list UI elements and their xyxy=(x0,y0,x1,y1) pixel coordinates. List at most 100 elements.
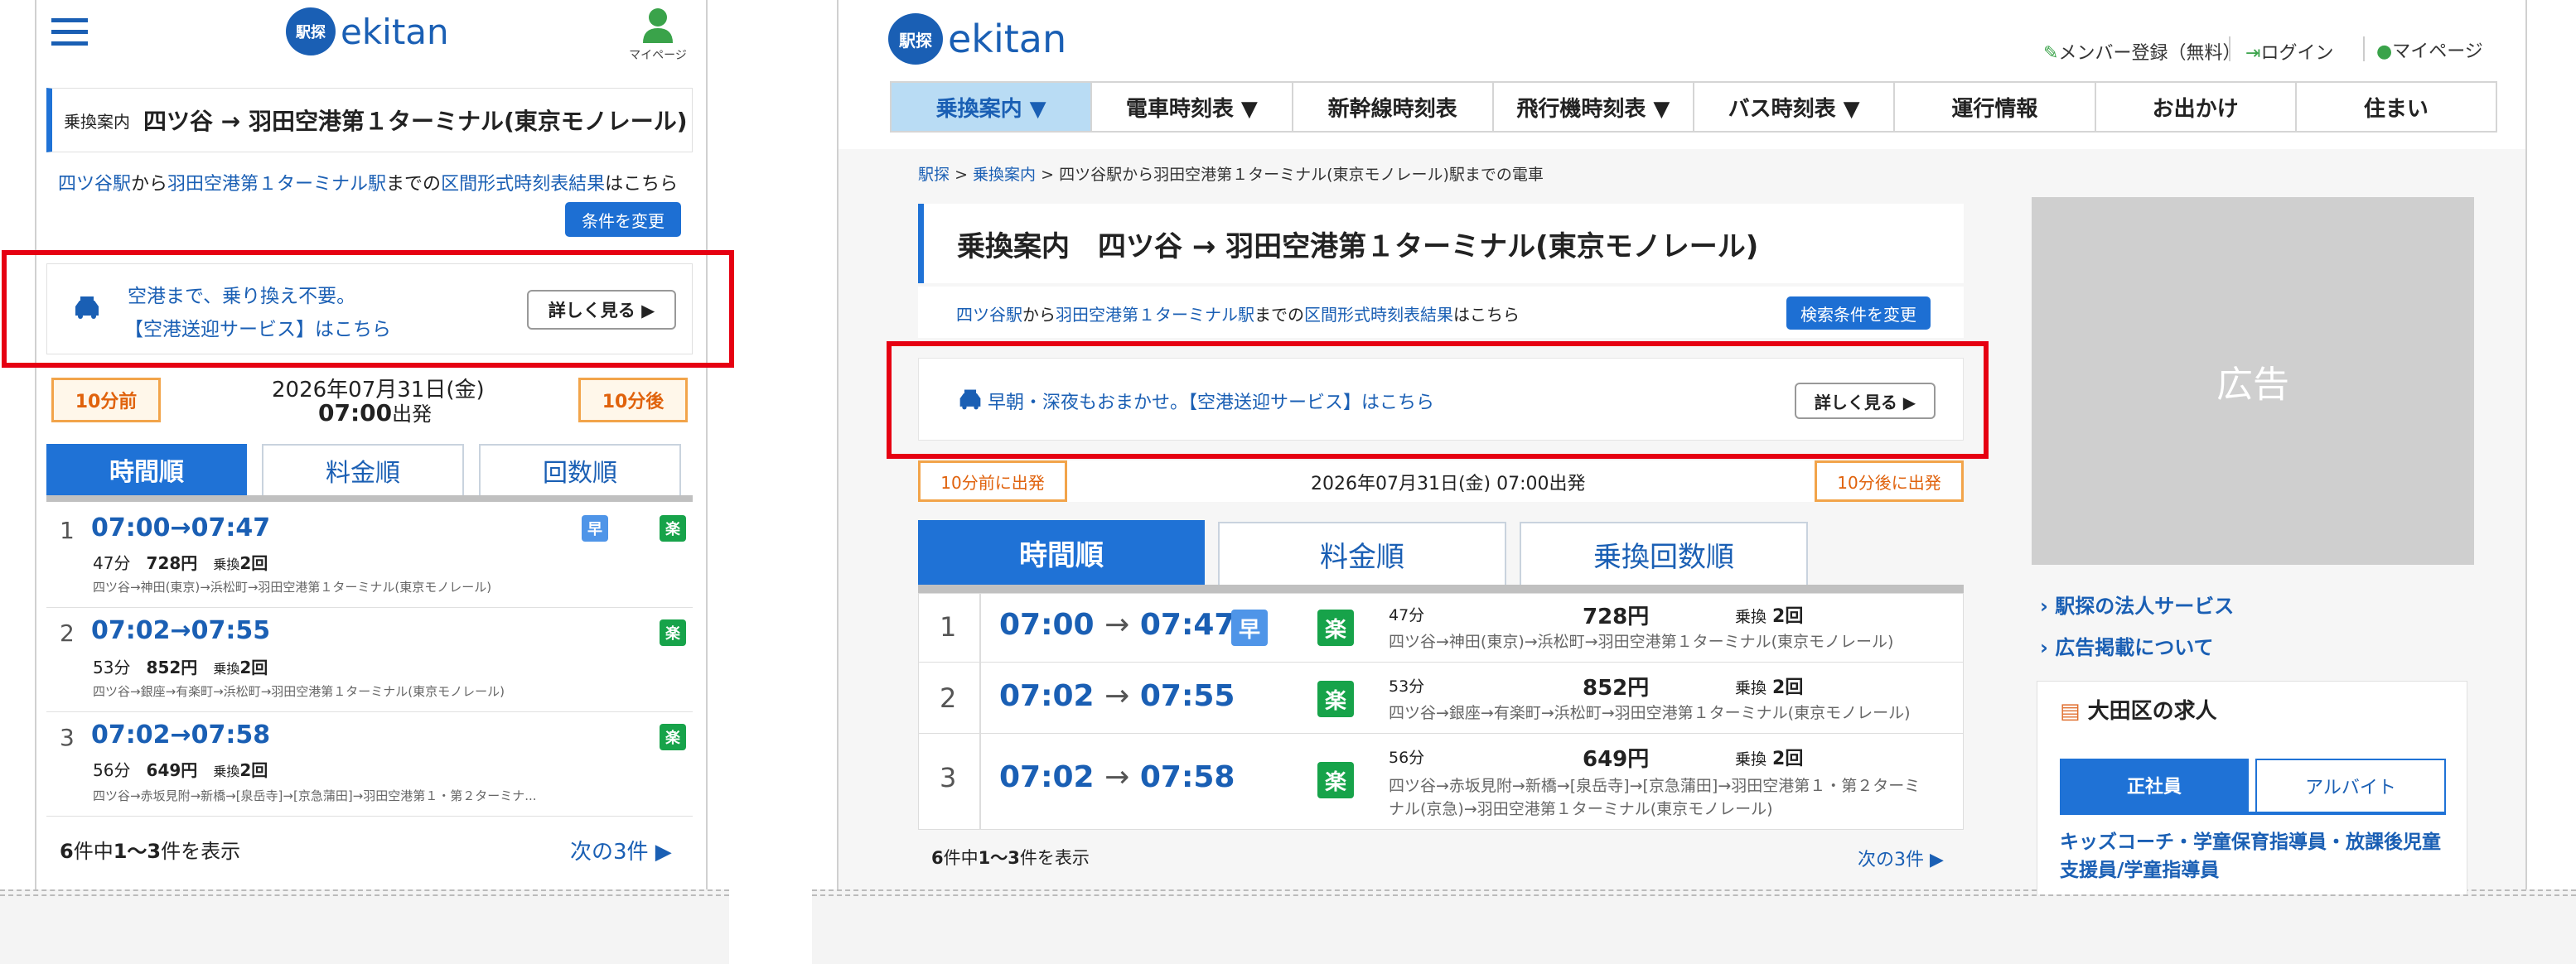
result-times: 07:00 → 07:47 xyxy=(999,608,1235,642)
desktop-torn-edge xyxy=(812,894,2576,964)
brand-name: ekitan xyxy=(948,17,1067,61)
nav-housing[interactable]: 住まい xyxy=(2297,83,2496,131)
breadcrumb: 駅探 > 乗換案内 > 四ツ谷駅から羽田空港第１ターミナル(東京モノレール)駅ま… xyxy=(918,166,1544,184)
tab-underline xyxy=(46,495,693,502)
chevron-right-icon: › xyxy=(2040,595,2048,618)
nav-shinkansen[interactable]: 新幹線時刻表 xyxy=(1293,83,1494,131)
result-route: 四ツ谷→神田(東京)→浜松町→羽田空港第１ターミナル(東京モノレール) xyxy=(93,580,492,595)
results-summary: 6件中1～3件を表示 xyxy=(60,840,241,863)
user-icon: ● xyxy=(2376,41,2393,62)
divider xyxy=(2363,36,2365,61)
brand-name: ekitan xyxy=(341,11,449,52)
section-timetable-link[interactable]: 四ツ谷駅から羽田空港第１ターミナル駅までの区間形式時刻表結果はこちら xyxy=(956,301,1520,325)
route-title-box: 乗換案内 四ツ谷 → 羽田空港第１ターミナル(東京モノレール) xyxy=(46,88,693,152)
train-logo-icon: 駅探 xyxy=(286,7,336,55)
breadcrumb-home[interactable]: 駅探 xyxy=(918,166,950,184)
result-transfers: 乗換 2回 xyxy=(1735,749,1804,769)
result-details: 53分 852円 乗換2回 xyxy=(93,658,268,677)
result-fare: 649円 xyxy=(1583,747,1650,772)
user-icon xyxy=(643,8,673,43)
results-summary: 6件中1～3件を表示 xyxy=(931,848,1090,868)
nav-outing[interactable]: お出かけ xyxy=(2096,83,2297,131)
page-title: 四ツ谷 → 羽田空港第１ターミナル(東京モノレール) xyxy=(143,108,688,135)
ekitan-logo[interactable]: 駅探 ekitan xyxy=(888,13,1079,65)
easiest-badge: 楽 xyxy=(1317,681,1354,717)
tab-by-time[interactable]: 時間順 xyxy=(918,520,1205,585)
result-fare: 852円 xyxy=(1583,676,1650,701)
advertising-link[interactable]: › 広告掲載について xyxy=(2040,631,2214,660)
earlier-10min-button[interactable]: 10分前 xyxy=(51,378,161,422)
change-conditions-button[interactable]: 条件を変更 xyxy=(565,202,681,237)
result-route: 四ツ谷→赤坂見附→新橋→[泉岳寺]→[京急蒲田]→羽田空港第１・第２ターミナ..… xyxy=(93,788,537,803)
earlier-10min-button[interactable]: 10分前に出発 xyxy=(918,460,1067,502)
result-times: 07:02 → 07:58 xyxy=(999,760,1235,794)
tab-by-transfers[interactable]: 乗換回数順 xyxy=(1520,522,1808,585)
result-route-line-2: ナル(京急)→羽田空港第１ターミナル(東京モノレール) xyxy=(1389,800,1773,818)
train-logo-icon: 駅探 xyxy=(888,13,943,65)
easiest-badge: 楽 xyxy=(660,515,686,542)
result-number: 3 xyxy=(940,762,957,793)
jobs-tab-fulltime[interactable]: 正社員 xyxy=(2060,759,2249,812)
jobs-tab-parttime[interactable]: アルバイト xyxy=(2255,759,2446,812)
next-page-link[interactable]: 次の3件 ▶ xyxy=(570,835,672,865)
register-link[interactable]: ✎メンバー登録（無料） xyxy=(2043,38,2240,65)
result-route-line-1: 四ツ谷→赤坂見附→新橋→[泉岳寺]→[京急蒲田]→羽田空港第１・第２ターミ xyxy=(1389,777,1921,795)
search-datetime: 2026年07月31日(金) 07:00出発 xyxy=(1311,474,1586,494)
change-search-button[interactable]: 検索条件を変更 xyxy=(1786,296,1931,330)
ad-banner[interactable]: 広告 xyxy=(2032,197,2474,565)
easiest-badge: 楽 xyxy=(660,724,686,750)
result-duration: 47分 xyxy=(1389,606,1425,624)
hamburger-menu-icon[interactable] xyxy=(51,18,88,48)
result-number: 3 xyxy=(60,724,75,751)
result-times: 07:00→07:47 xyxy=(91,513,271,542)
nav-train-timetable[interactable]: 電車時刻表 ▼ xyxy=(1092,83,1293,131)
result-number: 1 xyxy=(940,611,957,643)
job-document-icon: ▤ xyxy=(2060,699,2081,724)
breadcrumb-transit[interactable]: 乗換案内 xyxy=(973,166,1036,184)
fastest-badge: 早 xyxy=(1231,610,1268,646)
nav-transit[interactable]: 乗換案内 ▼ xyxy=(892,83,1093,131)
result-details: 47分 728円 乗換2回 xyxy=(93,553,268,573)
result-transfers: 乗換 2回 xyxy=(1735,606,1804,627)
job-listing-link[interactable]: キッズコーチ・学童保育指導員・放課後児童支援員/学童指導員 xyxy=(2060,828,2446,884)
fastest-badge: 早 xyxy=(582,515,608,542)
search-time: 07:00出発 xyxy=(318,399,433,427)
tab-by-time[interactable]: 時間順 xyxy=(46,444,247,495)
mypage-link[interactable]: マイページ xyxy=(623,7,693,65)
mypage-label: マイページ xyxy=(629,49,687,62)
nav-flight[interactable]: 飛行機時刻表 ▼ xyxy=(1494,83,1694,131)
result-duration: 53分 xyxy=(1389,677,1425,696)
result-fare: 728円 xyxy=(1583,605,1650,629)
route-title-box: 乗換案内 四ツ谷 → 羽田空港第１ターミナル(東京モノレール) xyxy=(918,204,1964,283)
result-times: 07:02→07:58 xyxy=(91,721,271,750)
jobs-tab-underline xyxy=(2060,812,2446,815)
page-title: 乗換案内 四ツ谷 → 羽田空港第１ターミナル(東京モノレール) xyxy=(957,229,1759,263)
tab-by-fare[interactable]: 料金順 xyxy=(1218,522,1506,585)
login-icon: ⇥ xyxy=(2245,43,2261,64)
easiest-badge: 楽 xyxy=(1317,762,1354,798)
login-link[interactable]: ⇥ログイン xyxy=(2245,38,2333,65)
section-timetable-link[interactable]: 四ツ谷駅から羽田空港第１ターミナル駅までの区間形式時刻表結果はこちら xyxy=(58,169,678,195)
nav-service-info[interactable]: 運行情報 xyxy=(1895,83,2096,131)
tab-underline xyxy=(918,585,1964,593)
easiest-badge: 楽 xyxy=(1317,610,1354,646)
result-times: 07:02→07:55 xyxy=(91,616,271,645)
nav-bus[interactable]: バス時刻表 ▼ xyxy=(1694,83,1896,131)
next-page-link[interactable]: 次の3件 ▶ xyxy=(1858,845,1944,871)
global-nav: 乗換案内 ▼ 電車時刻表 ▼ 新幹線時刻表 飛行機時刻表 ▼ バス時刻表 ▼ 運… xyxy=(890,81,2497,133)
mobile-torn-edge xyxy=(0,894,729,964)
later-10min-button[interactable]: 10分後 xyxy=(578,378,688,422)
tab-by-fare[interactable]: 料金順 xyxy=(262,444,464,495)
mypage-link[interactable]: ●マイページ xyxy=(2376,36,2483,63)
result-number: 1 xyxy=(60,517,75,544)
result-route: 四ツ谷→銀座→有楽町→浜松町→羽田空港第１ターミナル(東京モノレール) xyxy=(1389,704,1911,722)
corporate-service-link[interactable]: › 駅探の法人サービス xyxy=(2040,590,2234,619)
promo-highlight-box xyxy=(887,341,1989,459)
result-duration: 56分 xyxy=(1389,749,1425,767)
ekitan-logo[interactable]: 駅探 ekitan xyxy=(286,7,464,56)
easiest-badge: 楽 xyxy=(660,619,686,646)
tab-by-transfers[interactable]: 回数順 xyxy=(479,444,681,495)
ad-label: 広告 xyxy=(2216,364,2289,406)
title-prefix: 乗換案内 xyxy=(64,111,130,132)
later-10min-button[interactable]: 10分後に出発 xyxy=(1815,460,1964,502)
